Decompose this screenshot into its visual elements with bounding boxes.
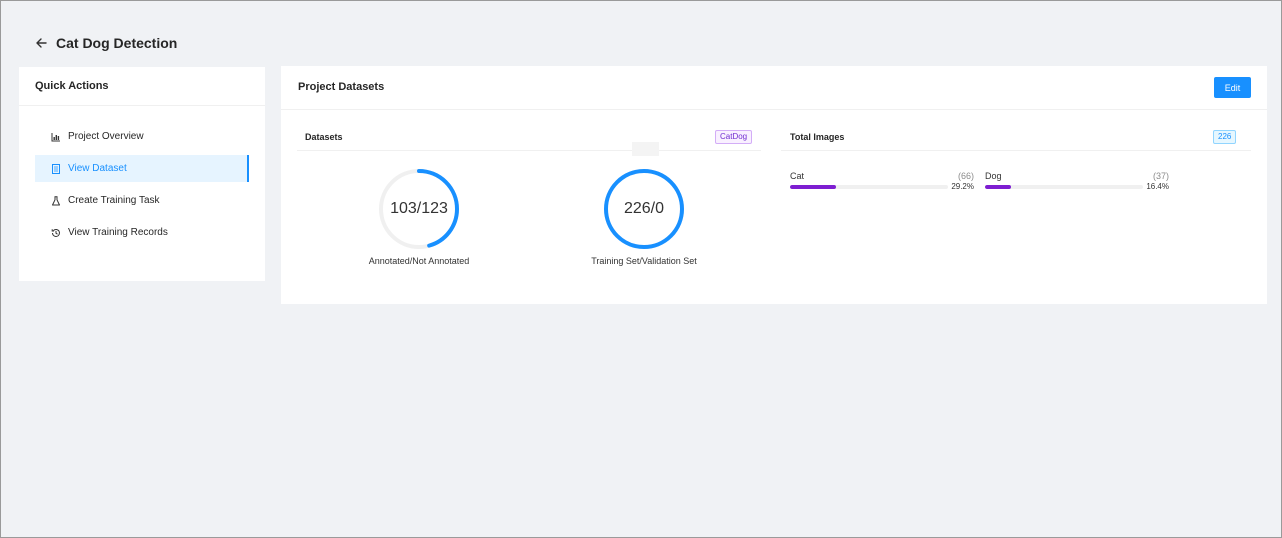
annotation-ring-value: 103/123 bbox=[390, 200, 448, 217]
ghost-tab bbox=[632, 142, 659, 156]
class-percent: 29.2% bbox=[951, 182, 974, 191]
menu-item-label: Create Training Task bbox=[68, 195, 160, 206]
class-name: Dog bbox=[985, 171, 1002, 181]
quick-actions-card: Quick Actions Project Overview View Data… bbox=[19, 67, 265, 281]
datasets-title: Datasets bbox=[305, 132, 343, 142]
divider bbox=[297, 150, 761, 151]
class-progress-track bbox=[985, 185, 1143, 189]
class-progress-fill bbox=[790, 185, 837, 189]
quick-actions-title: Quick Actions bbox=[35, 80, 109, 92]
back-arrow-icon[interactable] bbox=[33, 35, 49, 51]
class-percent: 16.4% bbox=[1146, 182, 1169, 191]
menu-item-create-training-task[interactable]: Create Training Task bbox=[35, 187, 249, 214]
divider bbox=[19, 105, 265, 106]
page-title: Cat Dog Detection bbox=[56, 35, 178, 51]
page-header: Cat Dog Detection bbox=[33, 31, 177, 55]
class-progress-fill bbox=[985, 185, 1011, 189]
quick-actions-menu: Project Overview View Dataset Create Tra… bbox=[35, 123, 249, 251]
total-images-count-badge: 226 bbox=[1213, 130, 1237, 144]
split-ring-label: Training Set/Validation Set bbox=[591, 256, 697, 266]
project-datasets-title: Project Datasets bbox=[298, 81, 385, 93]
menu-item-view-dataset[interactable]: View Dataset bbox=[35, 155, 249, 182]
class-count: (37) bbox=[1152, 171, 1169, 181]
split-ring-value: 226/0 bbox=[623, 200, 665, 217]
class-count: (66) bbox=[957, 171, 974, 181]
bar-chart-icon bbox=[51, 132, 61, 142]
edit-button[interactable]: Edit bbox=[1214, 77, 1251, 98]
menu-item-project-overview[interactable]: Project Overview bbox=[35, 123, 249, 150]
class-name: Cat bbox=[790, 171, 805, 181]
dataset-tag: CatDog bbox=[715, 130, 753, 144]
menu-item-label: View Training Records bbox=[68, 227, 168, 238]
flask-icon bbox=[51, 195, 61, 206]
divider bbox=[781, 150, 1251, 151]
menu-item-label: View Dataset bbox=[68, 163, 127, 174]
history-icon bbox=[51, 228, 61, 238]
annotation-ring-label: Annotated/Not Annotated bbox=[368, 256, 470, 266]
menu-item-view-training-records[interactable]: View Training Records bbox=[35, 219, 249, 246]
divider bbox=[281, 109, 1267, 110]
total-images-title: Total Images bbox=[790, 132, 845, 142]
project-datasets-card: Project Datasets Edit Datasets CatDog 10… bbox=[281, 66, 1267, 304]
menu-item-label: Project Overview bbox=[68, 131, 144, 142]
class-progress-track bbox=[790, 185, 948, 189]
document-icon bbox=[51, 163, 61, 174]
annotation-ring-chart: 103/123 bbox=[378, 168, 460, 250]
split-ring-chart: 226/0 bbox=[603, 168, 685, 250]
